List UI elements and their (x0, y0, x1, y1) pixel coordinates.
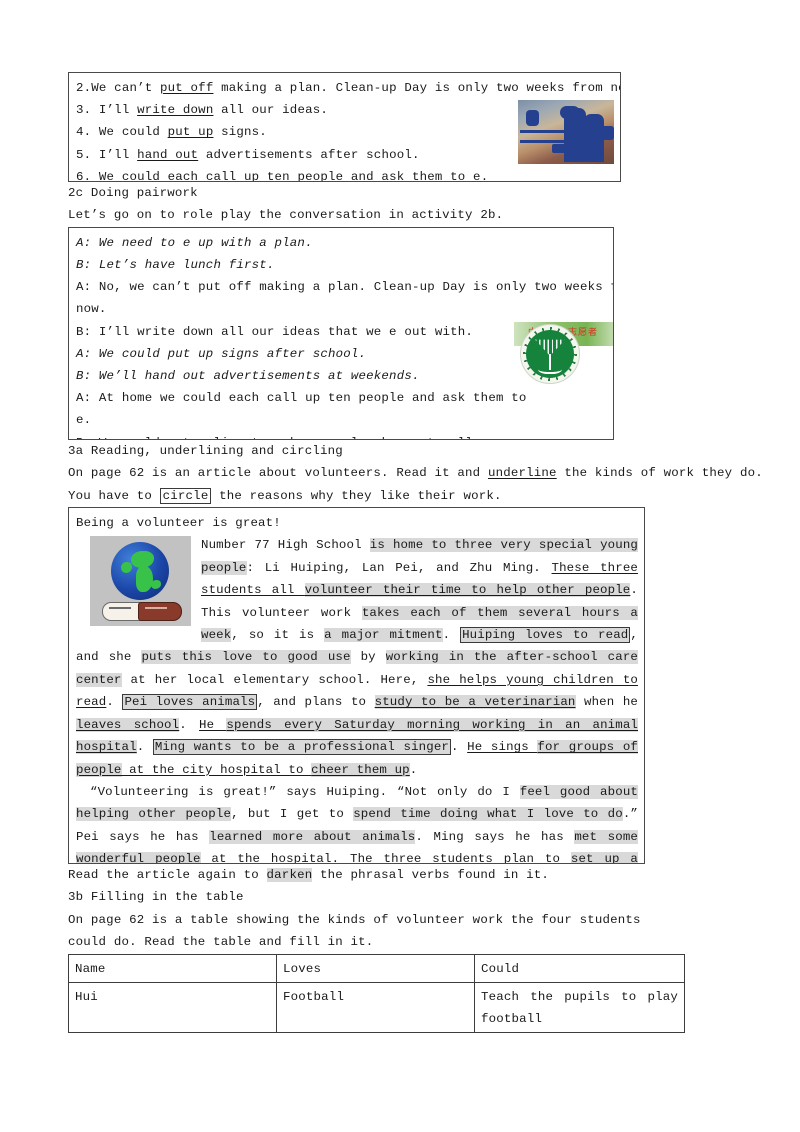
underline-keyword: underline (487, 466, 557, 481)
sentences-box: 2.We can’t put off making a plan. Clean-… (68, 72, 621, 182)
sentence-item: 2.We can’t put off making a plan. Clean-… (76, 77, 620, 99)
highlight-span: spend time doing what I love to do (353, 807, 623, 822)
section-instruction-3a-line2: You have to circle the reasons why they … (68, 485, 740, 507)
dialogue-line: A: We need to e up with a plan. (76, 235, 313, 250)
sentence-text: 4. We could (76, 125, 168, 140)
phrasal-verb-underline: put up (167, 125, 214, 140)
table-header-cell: Loves (276, 953, 475, 983)
sentence-text: 3. I’ll (76, 103, 138, 118)
logo-emblem (526, 329, 574, 378)
article-box: Being a volunteer is great! Number 77 Hi… (68, 507, 645, 865)
article-text: . (451, 740, 468, 755)
article-paragraph-2: “Volunteering is great!” says Huiping. “… (76, 781, 639, 865)
instruction-text: the kinds of work they do. (556, 466, 763, 481)
underline-span: He sings (467, 740, 538, 755)
highlight-span: puts this love to good use (141, 650, 351, 665)
dialogue-box: A: We need to e up with a plan. B: Let’s… (68, 226, 614, 440)
article-text: , but I get to (231, 807, 354, 822)
sentence-text: signs. (213, 125, 267, 140)
sentence-text: ten people and ask them to e. (259, 169, 489, 182)
article-text: : Li Huiping, Lan Pei, and Zhu Ming. (246, 560, 552, 575)
circled-reason-span: Ming wants to be a professional singer (152, 739, 451, 756)
section-heading-2c: 2c Doing pairwork (68, 186, 198, 200)
article-text: by (350, 650, 386, 665)
sentence-text: 2.We can’t (76, 81, 160, 95)
underline-highlight-span: study to be a veterinarian (374, 695, 576, 710)
instruction-text: You have to (68, 488, 160, 503)
article-text: . (409, 762, 418, 777)
table-header-cell: Name (68, 953, 277, 983)
dialogue-line: B: Let’s have lunch first. (76, 258, 275, 273)
sentence-item: 6. We could each call up ten people and … (76, 166, 614, 182)
highlight-span: a major mitment (324, 628, 443, 643)
logo-bowl (538, 362, 562, 374)
article-text: . (106, 695, 123, 710)
underline-highlight-span: leaves school (76, 717, 180, 732)
sentence-text: 5. I’ll (76, 147, 138, 162)
highlight-span: learned more about animals (209, 829, 416, 844)
article-text: . (179, 717, 200, 732)
dialogue-line: A: At home we could each call up ten peo… (76, 391, 527, 406)
logo-outer-ring (520, 323, 580, 384)
underline-span: He (199, 717, 227, 732)
dialogue-line: e. (76, 413, 92, 428)
table-header-cell: Could (474, 953, 685, 983)
volunteer-work-table: Name Loves Could Hui Football Teach the … (68, 953, 685, 1033)
section-instruction-3a-line1: On page 62 is an article about volunteer… (68, 462, 763, 484)
table-cell-could: Teach the pupils to play football (474, 981, 685, 1033)
article-text: . Ming says he has (415, 829, 575, 844)
article-text: , and plans to (257, 695, 375, 710)
article-text: “Volunteering is great!” says Huiping. “… (90, 784, 520, 799)
sentence-text: all our ideas. (213, 103, 328, 118)
phrasal-verb-underline: hand out (137, 147, 199, 162)
section-heading-3a: 3a Reading, underlining and circling (68, 443, 343, 458)
phrasal-verb-underline: put off (160, 81, 214, 95)
circled-reason-span: Huiping loves to read (460, 627, 631, 644)
circle-keyword-box: circle (159, 487, 212, 504)
instruction-text: Read the article again to (68, 868, 267, 883)
article-text: . (442, 628, 461, 643)
globe-icon (111, 542, 169, 601)
underline-highlight-span: volunteer their time to help other peopl… (304, 583, 631, 598)
instruction-text: the reasons why they like their work. (211, 488, 502, 503)
phrasal-verb-underline: call up (205, 169, 260, 182)
table-header-row: Name Loves Could (68, 953, 685, 983)
article-title: Being a volunteer is great! (76, 516, 281, 531)
globe-handshake-illustration (90, 536, 191, 627)
phrasal-verb-underline: write down (137, 103, 214, 118)
table-cell-loves: Football (276, 981, 475, 1033)
instruction-text: the phrasal verbs found in it. (312, 868, 550, 883)
dialogue-line: A: No, we can’t put off making a plan. C… (76, 280, 614, 295)
sentence-text: 6. We could each (76, 169, 206, 182)
volunteers-cleaning-photo (518, 100, 614, 164)
sentence-text: advertisements after school. (198, 147, 420, 162)
highlight-span: darken (266, 868, 313, 883)
underline-span: at the city hospital to (121, 762, 312, 777)
table-cell-name: Hui (68, 981, 277, 1033)
table-row: Hui Football Teach the pupils to play fo… (68, 981, 685, 1033)
volunteer-association-logo: 中国青年志愿者 (506, 315, 613, 388)
section-heading-3b: 3b Filling in the table (68, 890, 244, 905)
article-text: , so it is (231, 628, 325, 643)
instruction-text: On page 62 is an article about volunteer… (68, 466, 488, 481)
dialogue-line: B: We could get online to make our plan … (76, 432, 607, 439)
section-instruction-3b: On page 62 is a table showing the kinds … (68, 912, 641, 950)
section-instruction-2c: Let’s go on to role play the conversatio… (68, 208, 504, 223)
circled-reason-span: Pei loves animals (122, 694, 258, 711)
handshake-right-hand-icon (138, 602, 182, 622)
article-text: when he (575, 695, 638, 710)
article-text: at her local elementary school. Here, (121, 672, 428, 687)
worksheet-page: 2.We can’t put off making a plan. Clean-… (0, 0, 800, 1132)
article-text: . (136, 740, 153, 755)
underline-highlight-span: cheer them up (311, 762, 410, 777)
article-text: Number 77 High School (201, 538, 370, 553)
article-text: at the hospital. The three students plan… (200, 852, 571, 865)
darken-instruction: Read the article again to darken the phr… (68, 864, 740, 886)
sentence-text: making a plan. Clean-up Day is only two … (213, 81, 621, 95)
